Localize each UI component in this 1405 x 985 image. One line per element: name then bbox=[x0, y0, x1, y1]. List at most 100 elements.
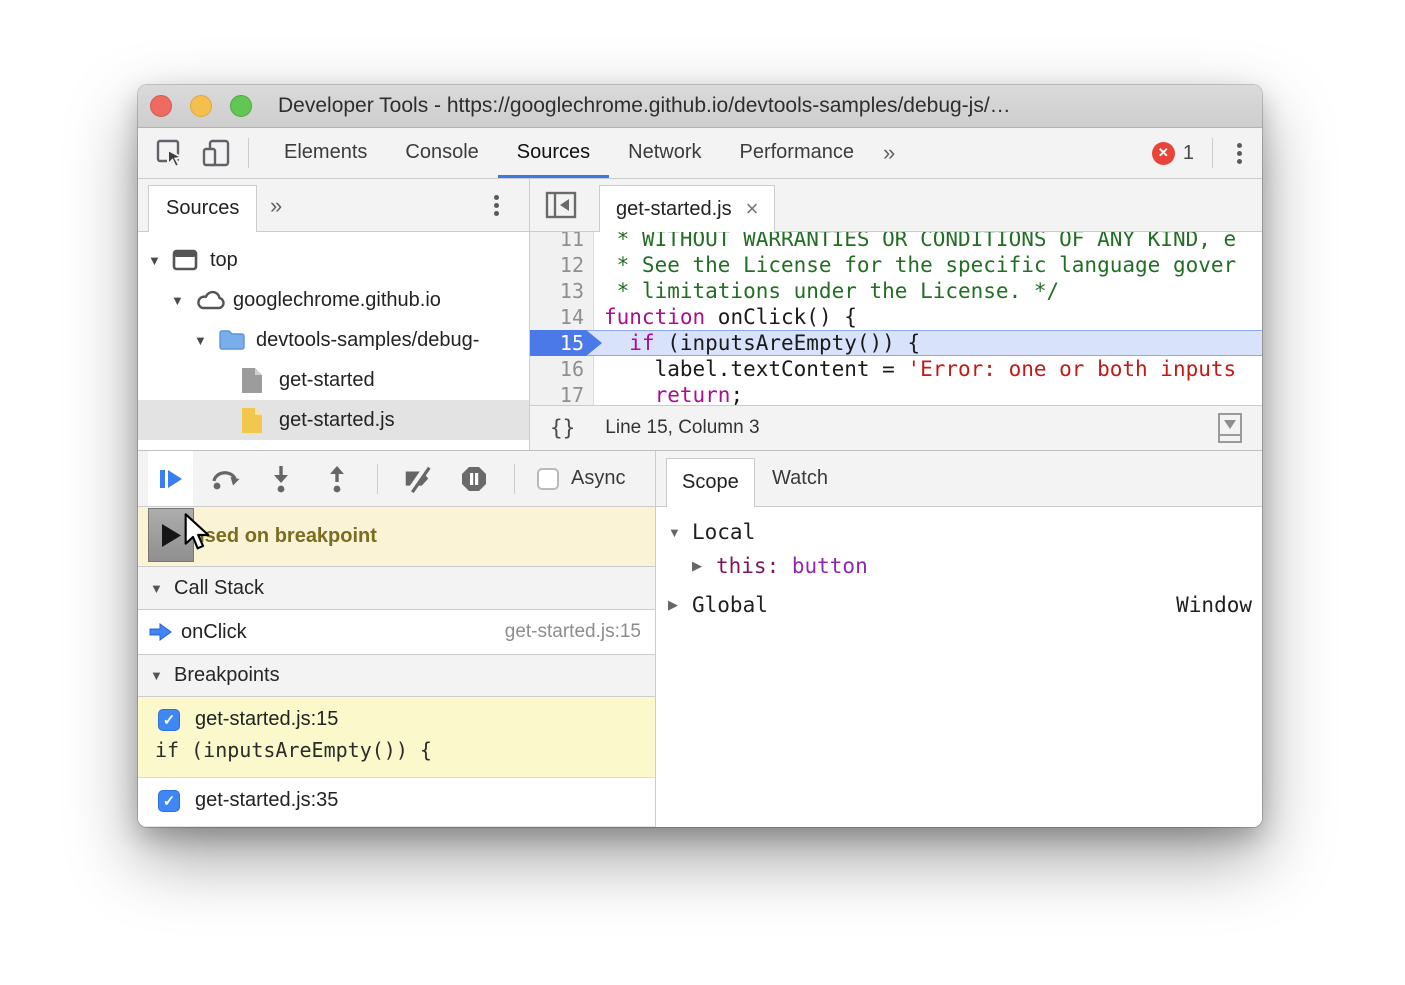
file-tree: ▼top▼googlechrome.github.io▼devtools-sam… bbox=[138, 232, 529, 440]
tree-item-devtools-samples-debug-[interactable]: ▼devtools-samples/debug- bbox=[138, 320, 529, 360]
toolbar-right: 1 bbox=[1152, 138, 1262, 168]
expand-arrow-icon[interactable]: ▼ bbox=[171, 293, 195, 308]
more-panels-icon[interactable]: » bbox=[873, 140, 905, 166]
cursor-position: Line 15, Column 3 bbox=[605, 417, 759, 439]
editor-tab-get-started-js[interactable]: get-started.js × bbox=[599, 185, 775, 232]
frame-location: get-started.js:15 bbox=[505, 621, 641, 643]
file-icon bbox=[241, 367, 279, 394]
main-menu-icon[interactable] bbox=[1237, 151, 1242, 156]
line-number[interactable]: 17 bbox=[530, 382, 594, 405]
inspect-element-icon[interactable] bbox=[154, 137, 186, 169]
pause-on-exceptions-button[interactable] bbox=[458, 463, 490, 495]
execution-line-marker[interactable]: 15 bbox=[530, 330, 602, 356]
scope-content: ▼Local▶this: button▶GlobalWindow bbox=[656, 507, 1262, 622]
error-icon[interactable] bbox=[1152, 142, 1175, 165]
resume-script-button[interactable] bbox=[148, 451, 193, 506]
devtools-window: Developer Tools - https://googlechrome.g… bbox=[138, 85, 1262, 827]
editor-tabbar: get-started.js × bbox=[530, 179, 1262, 232]
line-number[interactable]: 14 bbox=[530, 304, 594, 330]
window-title: Developer Tools - https://googlechrome.g… bbox=[278, 85, 1248, 127]
breakpoints-list: get-started.js:15if (inputsAreEmpty()) {… bbox=[138, 697, 655, 827]
code-line-12[interactable]: 12 * See the License for the specific la… bbox=[530, 252, 1262, 278]
code-line-15[interactable]: 15 if (inputsAreEmpty()) { bbox=[530, 330, 1262, 356]
current-frame-arrow-icon bbox=[148, 622, 173, 642]
code-text: return; bbox=[594, 382, 1262, 405]
code-editor[interactable]: 11 * WITHOUT WARRANTIES OR CONDITIONS OF… bbox=[530, 232, 1262, 405]
expand-arrow-icon[interactable]: ▼ bbox=[194, 333, 218, 348]
scope-value: Window bbox=[1176, 593, 1252, 617]
code-line-16[interactable]: 16 label.textContent = 'Error: one or bo… bbox=[530, 356, 1262, 382]
tab-network[interactable]: Network bbox=[609, 128, 720, 178]
expand-arrow-icon[interactable]: ▶ bbox=[692, 558, 716, 574]
tree-item-label: googlechrome.github.io bbox=[233, 289, 441, 312]
code-text: * See the License for the specific langu… bbox=[594, 252, 1262, 278]
breakpoints-title: Breakpoints bbox=[174, 664, 280, 687]
scope-tabbar: ScopeWatch bbox=[656, 451, 1262, 507]
scope-value: button bbox=[792, 554, 868, 578]
navigator-menu-icon[interactable] bbox=[494, 203, 499, 208]
device-toolbar-icon[interactable] bbox=[200, 137, 232, 169]
more-navigator-tabs-icon[interactable]: » bbox=[260, 179, 292, 232]
call-stack-title: Call Stack bbox=[174, 577, 264, 600]
expand-panel-icon[interactable] bbox=[1218, 413, 1242, 443]
expand-arrow-icon[interactable]: ▼ bbox=[668, 525, 692, 540]
scope-entry-local[interactable]: ▼Local bbox=[656, 515, 1262, 549]
tab-watch[interactable]: Watch bbox=[764, 451, 836, 506]
main-toolbar: ElementsConsoleSourcesNetworkPerformance… bbox=[138, 128, 1262, 179]
line-number[interactable]: 11 bbox=[530, 232, 594, 252]
step-out-button[interactable] bbox=[321, 463, 353, 495]
async-checkbox[interactable] bbox=[537, 468, 559, 490]
zoom-window-button[interactable] bbox=[230, 95, 252, 117]
breakpoint-checkbox[interactable] bbox=[158, 709, 180, 731]
scope-entry-this[interactable]: ▶this: button bbox=[656, 549, 1262, 583]
expand-arrow-icon[interactable]: ▼ bbox=[148, 253, 172, 268]
expand-arrow-icon[interactable]: ▶ bbox=[668, 597, 692, 613]
deactivate-breakpoints-button[interactable] bbox=[402, 463, 434, 495]
call-stack-header[interactable]: ▼ Call Stack bbox=[138, 567, 655, 610]
breakpoint-location: get-started.js:35 bbox=[195, 789, 338, 812]
tab-console[interactable]: Console bbox=[386, 128, 497, 178]
cloud-icon bbox=[195, 289, 233, 311]
tab-elements[interactable]: Elements bbox=[265, 128, 386, 178]
tree-item-get-started[interactable]: get-started bbox=[138, 360, 529, 400]
tab-performance[interactable]: Performance bbox=[721, 128, 874, 178]
step-over-button[interactable] bbox=[209, 463, 241, 495]
jsfile-icon bbox=[241, 407, 279, 434]
breakpoint-checkbox[interactable] bbox=[158, 790, 180, 812]
breakpoint-item[interactable]: get-started.js:35 bbox=[138, 778, 655, 827]
titlebar[interactable]: Developer Tools - https://googlechrome.g… bbox=[138, 85, 1262, 128]
frame-icon bbox=[172, 249, 210, 271]
call-stack-frame[interactable]: onClickget-started.js:15 bbox=[138, 610, 655, 654]
tree-item-get-started-js[interactable]: get-started.js bbox=[138, 400, 529, 440]
toggle-sidebar-icon[interactable] bbox=[544, 188, 578, 222]
line-number[interactable]: 13 bbox=[530, 278, 594, 304]
navigator-tab-sources[interactable]: Sources bbox=[148, 185, 257, 232]
close-window-button[interactable] bbox=[150, 95, 172, 117]
tab-sources[interactable]: Sources bbox=[498, 128, 609, 178]
toolbar-divider bbox=[514, 464, 515, 494]
code-line-17[interactable]: 17 return; bbox=[530, 382, 1262, 405]
breakpoint-item[interactable]: get-started.js:15if (inputsAreEmpty()) { bbox=[138, 697, 655, 778]
code-line-14[interactable]: 14function onClick() { bbox=[530, 304, 1262, 330]
scope-watch-pane: ScopeWatch ▼Local▶this: button▶GlobalWin… bbox=[656, 451, 1262, 827]
line-number[interactable]: 16 bbox=[530, 356, 594, 382]
mouse-cursor bbox=[179, 513, 211, 553]
async-label: Async bbox=[571, 467, 625, 490]
tree-item-label: get-started bbox=[279, 369, 375, 392]
breakpoints-header[interactable]: ▼ Breakpoints bbox=[138, 654, 655, 697]
tree-item-top[interactable]: ▼top bbox=[138, 240, 529, 280]
tree-item-googlechrome-github-io[interactable]: ▼ googlechrome.github.io bbox=[138, 280, 529, 320]
pretty-print-icon[interactable]: {} bbox=[550, 416, 575, 440]
scope-name: this: bbox=[716, 554, 792, 578]
minimize-window-button[interactable] bbox=[190, 95, 212, 117]
close-tab-icon[interactable]: × bbox=[746, 196, 759, 222]
debugger-area: Async Paused on breakpoint ▼ Call Stack … bbox=[138, 450, 1262, 827]
step-into-button[interactable] bbox=[265, 463, 297, 495]
navigator-sidebar: Sources » ▼top▼googlechrome.github.io▼de… bbox=[138, 179, 530, 450]
code-line-11[interactable]: 11 * WITHOUT WARRANTIES OR CONDITIONS OF… bbox=[530, 232, 1262, 252]
line-number[interactable]: 12 bbox=[530, 252, 594, 278]
code-lines: 11 * WITHOUT WARRANTIES OR CONDITIONS OF… bbox=[530, 232, 1262, 405]
tab-scope[interactable]: Scope bbox=[666, 458, 755, 507]
code-line-13[interactable]: 13 * limitations under the License. */ bbox=[530, 278, 1262, 304]
scope-entry-global[interactable]: ▶GlobalWindow bbox=[656, 588, 1262, 622]
